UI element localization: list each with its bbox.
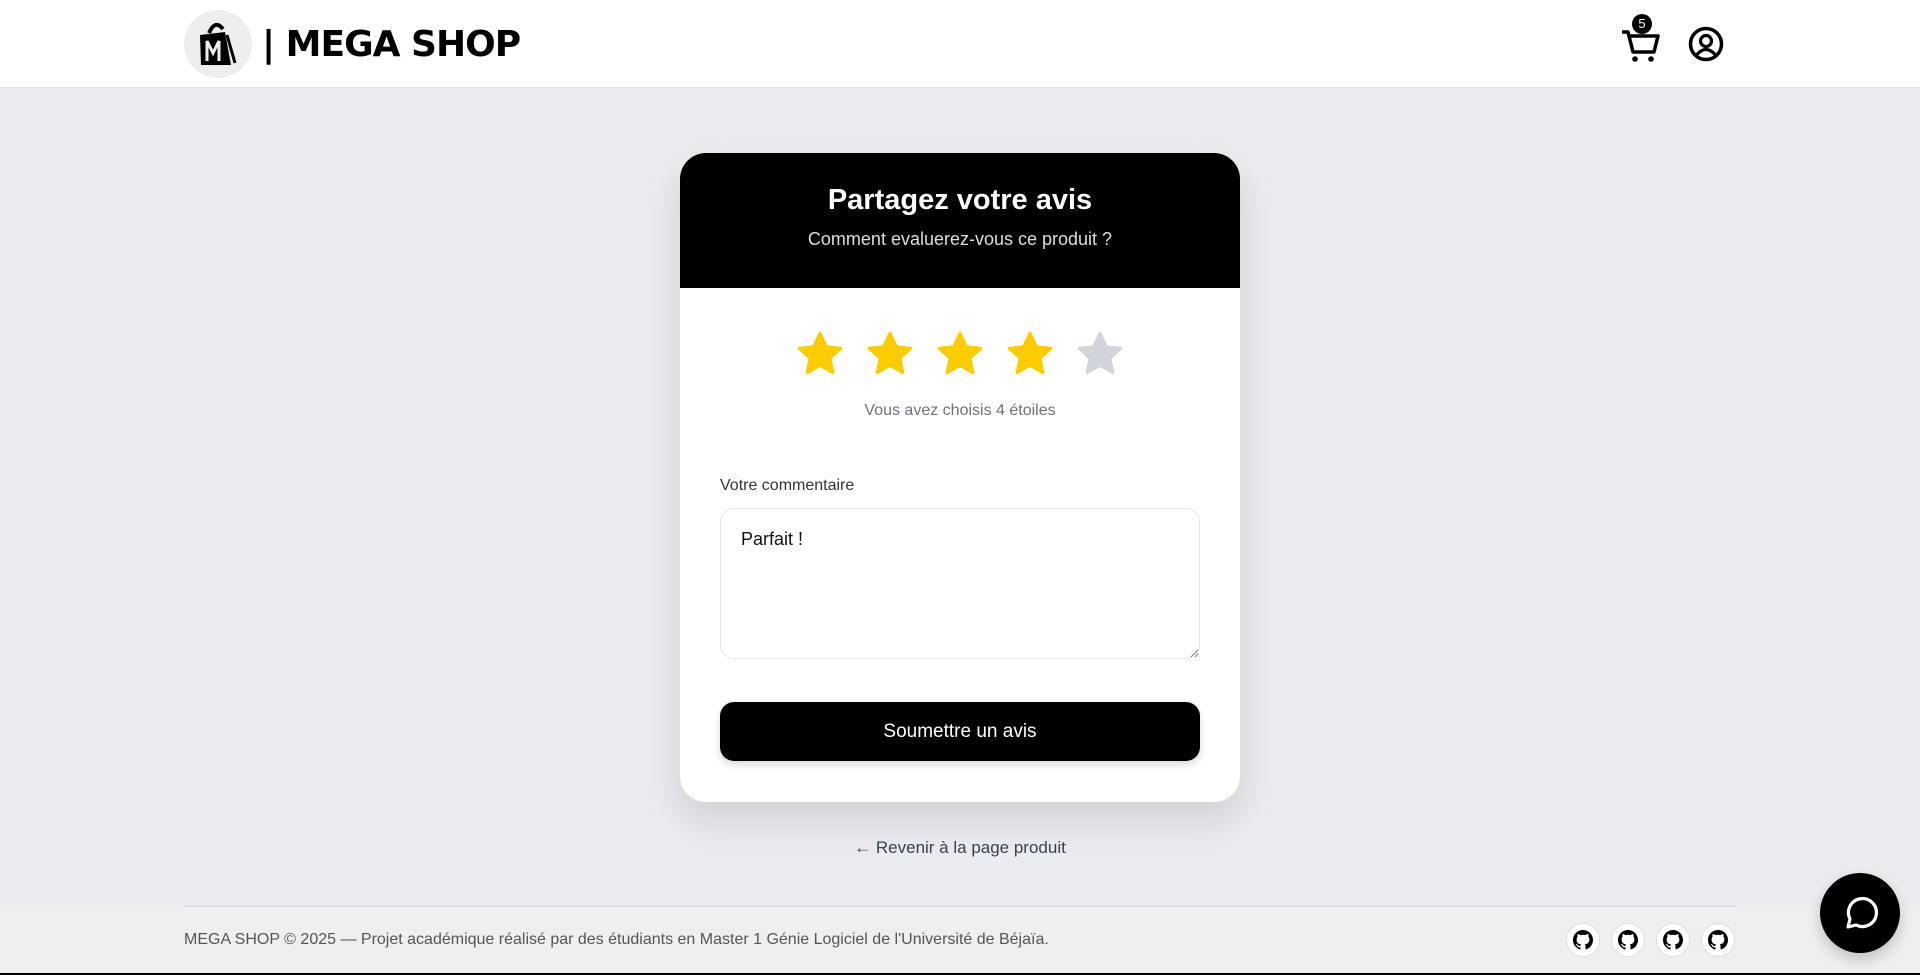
brand-name: | MEGA SHOP xyxy=(262,23,521,65)
star-5-empty-icon[interactable] xyxy=(1074,328,1126,380)
star-1-filled-icon[interactable] xyxy=(794,328,846,380)
star-3-filled-icon[interactable] xyxy=(934,328,986,380)
comment-textarea[interactable]: Parfait ! xyxy=(720,508,1200,659)
github-icon xyxy=(1618,930,1638,950)
github-link-2[interactable] xyxy=(1611,923,1645,957)
comment-label: Votre commentaire xyxy=(720,477,855,494)
star-4-filled-icon[interactable] xyxy=(1004,328,1056,380)
star-rating xyxy=(680,328,1240,380)
logo-bag-icon xyxy=(184,10,252,78)
github-link-3[interactable] xyxy=(1656,923,1690,957)
account-button[interactable] xyxy=(1688,26,1724,62)
footer-divider xyxy=(184,906,1736,907)
review-card: Partagez votre avis Comment evaluerez-vo… xyxy=(680,153,1240,802)
cart-count-badge: 5 xyxy=(1632,14,1652,34)
subtitle: Comment evaluerez-vous ce produit ? xyxy=(807,229,1113,249)
github-link-4[interactable] xyxy=(1701,923,1735,957)
cart-button[interactable]: 5 xyxy=(1618,14,1664,62)
header: | MEGA SHOP 5 xyxy=(0,0,1920,88)
footer: MEGA SHOP © 2025 — Projet académique réa… xyxy=(0,906,1920,973)
github-link-1[interactable] xyxy=(1566,923,1600,957)
user-icon xyxy=(1688,26,1724,62)
back-to-product-link[interactable]: ← Revenir à la page produit xyxy=(0,838,1920,858)
github-icon xyxy=(1708,930,1728,950)
chat-bubble-icon xyxy=(1846,897,1878,929)
review-card-header: Partagez votre avis Comment evaluerez-vo… xyxy=(680,153,1240,288)
footer-text: MEGA SHOP © 2025 — Projet académique réa… xyxy=(184,931,1049,948)
github-icon xyxy=(1573,930,1593,950)
submit-review-button[interactable]: Soumettre un avis xyxy=(720,702,1200,761)
github-icon xyxy=(1663,930,1683,950)
page-title: Partagez votre avis xyxy=(827,184,1093,216)
logo[interactable]: | MEGA SHOP xyxy=(184,10,521,78)
chat-button[interactable] xyxy=(1820,873,1900,953)
star-2-filled-icon[interactable] xyxy=(864,328,916,380)
rating-text: Vous avez choisis 4 étoiles xyxy=(864,402,1056,419)
